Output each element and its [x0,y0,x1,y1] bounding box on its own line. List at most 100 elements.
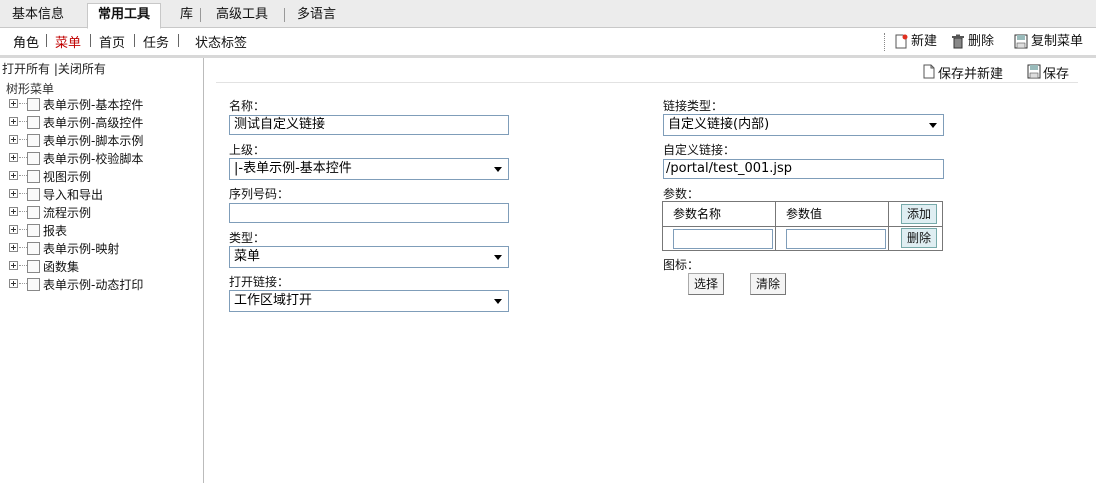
delete-button[interactable]: 删除 [951,33,994,51]
dropdown-arrow-icon [494,167,502,172]
tree-item-label[interactable]: 流程示例 [43,204,91,221]
tab-library[interactable]: 库 [170,4,203,28]
expand-icon[interactable] [9,279,18,288]
tree-item-checkbox[interactable] [27,206,40,219]
tree-item-label[interactable]: 函数集 [43,258,79,275]
tree-item-checkbox[interactable] [27,188,40,201]
param-value-header: 参数值 [776,202,889,227]
parent-select[interactable]: |-表单示例-基本控件 [229,158,509,180]
expand-icon[interactable] [9,117,18,126]
tree-item-label[interactable]: 表单示例-基本控件 [43,96,143,113]
tree-item-label[interactable]: 导入和导出 [43,186,103,203]
tree-connector [19,283,27,284]
tree-item-label[interactable]: 表单示例-高级控件 [43,114,143,131]
tree-item-label[interactable]: 表单示例-脚本示例 [43,132,143,149]
tree-item-checkbox[interactable] [27,278,40,291]
order-input[interactable] [229,203,509,223]
tree-item-checkbox[interactable] [27,242,40,255]
type-select[interactable]: 菜单 [229,246,509,268]
tree-item-checkbox[interactable] [27,116,40,129]
tab-separator [284,8,285,22]
tree-connector [19,247,27,248]
tree-item-checkbox[interactable] [27,260,40,273]
tree-connector [19,121,27,122]
sub-nav-status-tags[interactable]: 状态标签 [195,32,247,51]
sub-nav-home[interactable]: 首页 [99,32,125,51]
expand-icon[interactable] [9,135,18,144]
param-name-header: 参数名称 [663,202,776,227]
params-label: 参数： [663,187,700,201]
save-and-new-button[interactable]: 保存并新建 [922,63,1003,82]
sub-nav-tasks[interactable]: 任务 [143,32,169,51]
expand-icon[interactable] [9,243,18,252]
tree-item-checkbox[interactable] [27,134,40,147]
tree-item-label[interactable]: 表单示例-动态打印 [43,276,143,293]
remove-cell: 删除 [889,227,942,250]
expand-icon[interactable] [9,189,18,198]
tree-item-label[interactable]: 报表 [43,222,67,239]
tree-connector [19,157,27,158]
toolbar-separator [884,33,885,51]
tab-basic-info[interactable]: 基本信息 [2,4,74,28]
tree-connector [19,211,27,212]
tree-item-checkbox[interactable] [27,152,40,165]
dropdown-arrow-icon [929,123,937,128]
new-button[interactable]: 新建 [894,33,937,51]
add-param-button[interactable]: 添加 [901,204,937,224]
icon-label: 图标： [663,258,700,272]
open-link-select-value: 工作区域打开 [234,293,313,308]
order-label: 序列号码： [229,187,290,201]
open-link-select[interactable]: 工作区域打开 [229,290,509,312]
tree-connector [19,139,27,140]
sub-nav: 角色 菜单 首页 任务 状态标签 新建 删除 复制菜单 [0,29,1096,54]
link-type-select[interactable]: 自定义链接(内部) [663,114,944,136]
clear-icon-button[interactable]: 清除 [750,273,786,295]
select-icon-button[interactable]: 选择 [688,273,724,295]
save-button[interactable]: 保存 [1027,63,1069,82]
expand-icon[interactable] [9,171,18,180]
param-value-cell [776,227,889,250]
tree-item-checkbox[interactable] [27,170,40,183]
tree-connector [19,193,27,194]
param-name-input[interactable] [673,229,773,249]
link-type-select-value: 自定义链接(内部) [668,117,770,132]
name-input[interactable]: 测试自定义链接 [229,115,509,135]
tree-item-label[interactable]: 视图示例 [43,168,91,185]
sub-nav-separator [178,34,179,47]
expand-icon[interactable] [9,225,18,234]
expand-icon[interactable] [9,207,18,216]
copy-menu-button[interactable]: 复制菜单 [1014,33,1083,51]
open-all-link[interactable]: 打开所有 [2,62,50,76]
tree-item-checkbox[interactable] [27,98,40,111]
trash-icon [952,34,964,49]
custom-link-input[interactable]: /portal/test_001.jsp [663,159,944,179]
remove-param-button[interactable]: 删除 [901,228,937,248]
close-all-link[interactable]: 关闭所有 [58,62,106,76]
tab-separator [200,8,201,22]
copy-menu-button-label: 复制菜单 [1031,34,1084,49]
sub-nav-roles[interactable]: 角色 [13,32,39,51]
tree-panel: 打开所有 |关闭所有 树形菜单 表单示例-基本控件 表单示例-高级控件 表单示例… [0,58,204,483]
tree-item-label[interactable]: 表单示例-映射 [43,240,119,257]
expand-icon[interactable] [9,99,18,108]
tab-common-tools[interactable]: 常用工具 [87,3,162,29]
new-document-icon [895,34,908,49]
tree-root-label: 树形菜单 [6,82,55,96]
tree-connector [19,229,27,230]
tab-advanced-tools[interactable]: 高级工具 [206,4,278,28]
sub-nav-menu[interactable]: 菜单 [55,32,81,51]
form-action-bar: 保存并新建 保存 [216,58,1078,83]
new-document-icon [923,64,935,79]
param-value-input[interactable] [786,229,886,249]
expand-icon[interactable] [9,153,18,162]
tree-item-label[interactable]: 表单示例-校验脚本 [43,150,143,167]
sub-nav-separator [134,34,135,47]
params-table: 参数名称 参数值 添加 删除 [662,201,943,251]
expand-icon[interactable] [9,261,18,270]
tab-multilanguage[interactable]: 多语言 [287,4,346,28]
floppy-disk-icon [1014,34,1028,49]
dropdown-arrow-icon [494,299,502,304]
param-name-cell [663,227,776,250]
tree-item-checkbox[interactable] [27,224,40,237]
tree-connector [19,103,27,104]
